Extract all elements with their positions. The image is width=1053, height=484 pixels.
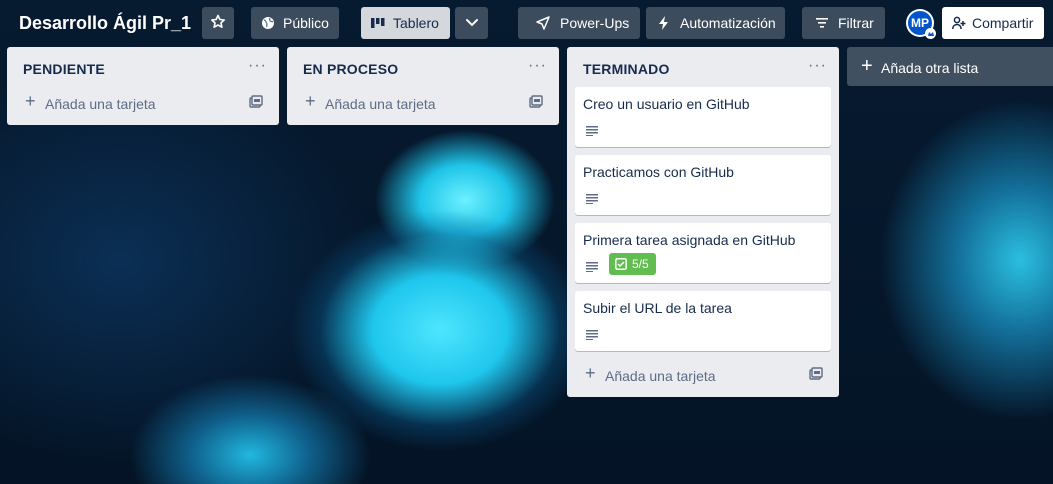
description-icon (586, 259, 598, 277)
card-title: Primera tarea asignada en GitHub (583, 232, 796, 248)
add-card-label: Añada una tarjeta (605, 368, 716, 384)
card[interactable]: Subir el URL de la tarea (575, 291, 831, 351)
admin-badge-icon (925, 28, 936, 39)
share-button[interactable]: Compartir (942, 7, 1044, 39)
add-person-icon (952, 16, 966, 30)
add-list-button[interactable]: + Añada otra lista (847, 47, 1053, 86)
automation-label: Automatización (680, 15, 776, 31)
card-title: Subir el URL de la tarea (583, 300, 732, 316)
card[interactable]: Primera tarea asignada en GitHub 5/5 (575, 223, 831, 283)
card[interactable]: Creo un usuario en GitHub (575, 87, 831, 147)
list-title[interactable]: TERMINADO (583, 61, 670, 77)
add-list-label: Añada otra lista (881, 60, 979, 76)
board-header: Desarrollo Ágil Pr_1 Público Tablero Pow… (0, 0, 1053, 46)
chevron-down-icon (465, 15, 479, 31)
list-title[interactable]: PENDIENTE (23, 61, 105, 77)
card-template-icon[interactable] (249, 95, 263, 114)
plus-icon: + (305, 91, 316, 111)
list-header: TERMINADO ··· (567, 47, 839, 89)
add-card-button[interactable]: + Añada una tarjeta (287, 89, 559, 119)
rocket-icon (536, 16, 550, 30)
filter-icon (816, 18, 828, 28)
list-menu-button[interactable]: ··· (248, 57, 267, 75)
checkbox-icon (615, 258, 627, 270)
lightning-icon (658, 16, 670, 30)
plus-icon: + (25, 91, 36, 111)
avatar[interactable]: MP (906, 9, 936, 39)
card-template-icon[interactable] (529, 95, 543, 114)
view-switcher-button[interactable]: Tablero (361, 7, 450, 39)
board-title[interactable]: Desarrollo Ágil Pr_1 (19, 13, 191, 34)
list-pendiente: PENDIENTE ··· + Añada una tarjeta (7, 47, 279, 125)
add-card-button[interactable]: + Añada una tarjeta (7, 89, 279, 119)
plus-icon: + (861, 55, 873, 77)
card-template-icon[interactable] (809, 367, 823, 386)
view-dropdown-button[interactable] (455, 7, 488, 39)
list-header: EN PROCESO ··· (287, 47, 559, 89)
visibility-label: Público (283, 15, 329, 31)
powerups-label: Power-Ups (560, 15, 630, 31)
checklist-badge: 5/5 (609, 253, 656, 275)
star-button[interactable] (202, 7, 234, 39)
list-en-proceso: EN PROCESO ··· + Añada una tarjeta (287, 47, 559, 125)
board-icon (371, 17, 385, 29)
filter-button[interactable]: Filtrar (802, 7, 885, 39)
description-icon (586, 327, 598, 345)
star-icon (210, 14, 226, 33)
list-menu-button[interactable]: ··· (528, 57, 547, 75)
add-card-label: Añada una tarjeta (325, 96, 436, 112)
list-header: PENDIENTE ··· (7, 47, 279, 89)
checklist-count: 5/5 (632, 257, 649, 271)
plus-icon: + (585, 363, 596, 383)
powerups-button[interactable]: Power-Ups (518, 7, 640, 39)
description-icon (586, 191, 598, 209)
add-card-button[interactable]: + Añada una tarjeta (567, 361, 839, 391)
list-terminado: TERMINADO ··· Creo un usuario en GitHub … (567, 47, 839, 397)
card-title: Practicamos con GitHub (583, 164, 734, 180)
view-label: Tablero (393, 15, 439, 31)
visibility-button[interactable]: Público (251, 7, 339, 39)
list-menu-button[interactable]: ··· (808, 57, 827, 75)
add-card-label: Añada una tarjeta (45, 96, 156, 112)
list-title[interactable]: EN PROCESO (303, 61, 398, 77)
globe-icon (261, 16, 275, 30)
avatar-initials: MP (911, 16, 929, 30)
filter-label: Filtrar (838, 15, 874, 31)
card[interactable]: Practicamos con GitHub (575, 155, 831, 215)
automation-button[interactable]: Automatización (646, 7, 785, 39)
description-icon (586, 123, 598, 141)
card-title: Creo un usuario en GitHub (583, 96, 750, 112)
share-label: Compartir (972, 15, 1034, 31)
